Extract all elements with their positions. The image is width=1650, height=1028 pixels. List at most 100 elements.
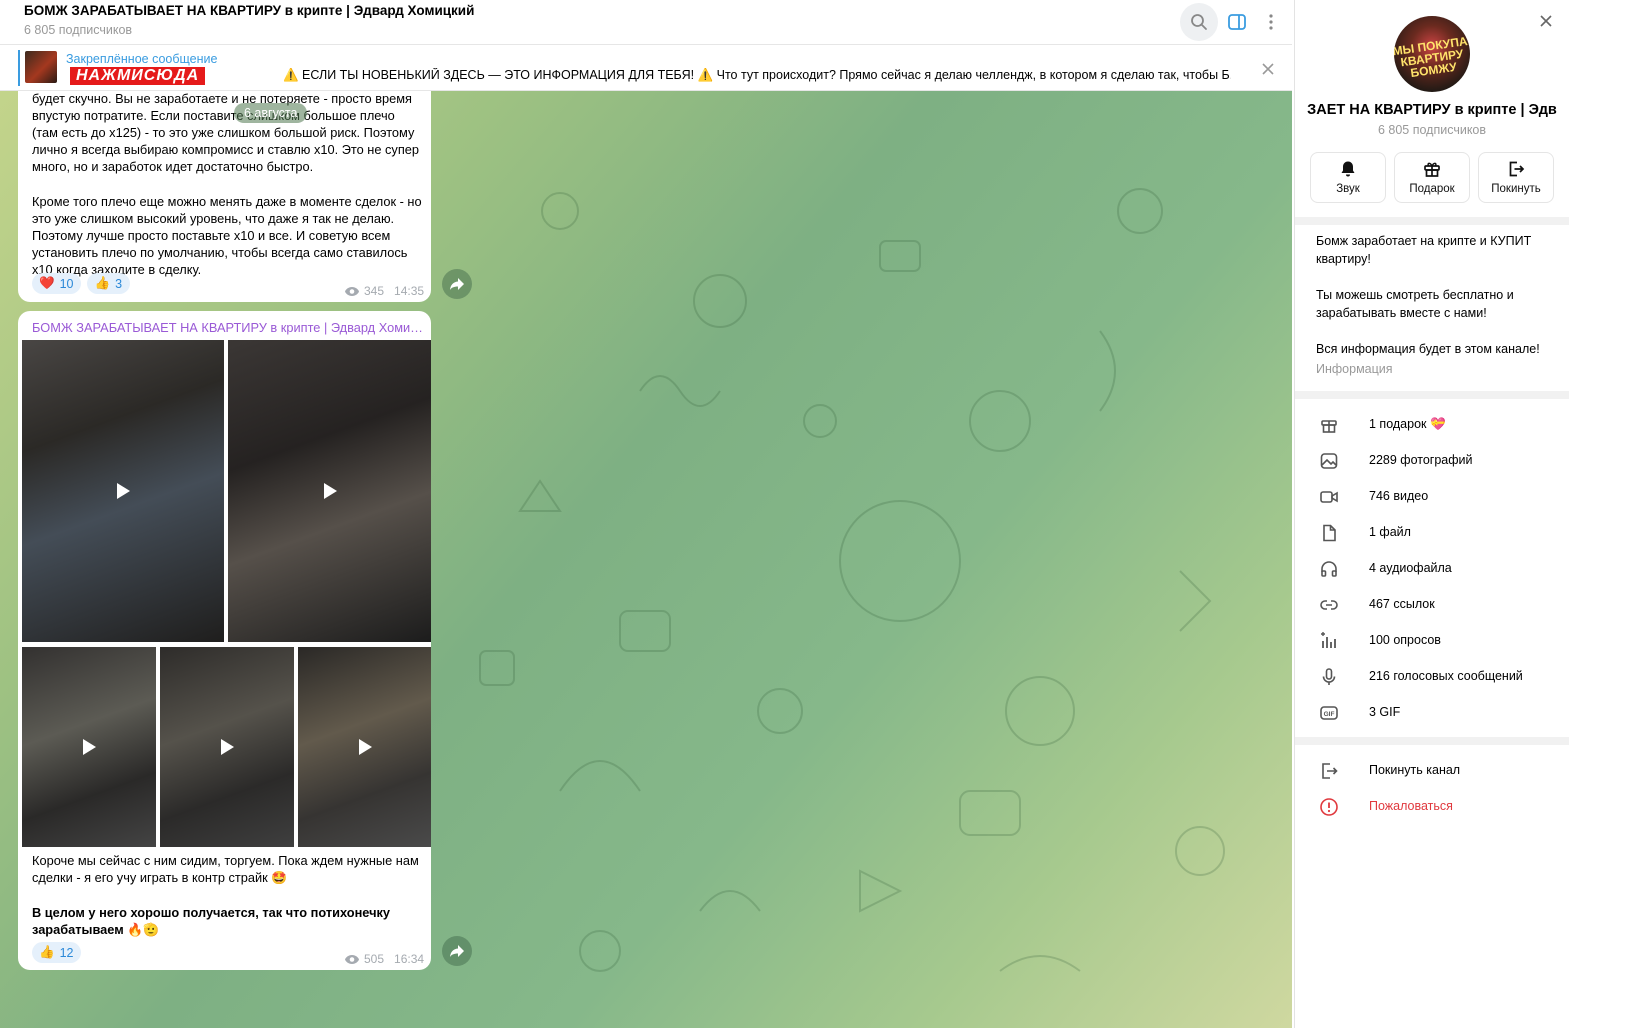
views-count: 345	[364, 284, 385, 298]
video-thumbnail[interactable]	[228, 340, 431, 642]
reaction-emoji: ❤️	[39, 276, 55, 290]
sound-button[interactable]: Звук	[1310, 152, 1386, 203]
stat-polls-label: 100 опросов	[1369, 633, 1441, 647]
headphones-icon	[1319, 559, 1339, 579]
chat-title[interactable]: БОМЖ ЗАРАБАТЫВАЕТ НА КВАРТИРУ в крипте |…	[24, 3, 474, 18]
channel-message[interactable]: БОМЖ ЗАРАБАТЫВАЕТ НА КВАРТИРУ в крипте |…	[18, 311, 431, 970]
stat-gif[interactable]: GIF 3 GIF	[1295, 695, 1569, 731]
reactions: ❤️ 10 👍 3	[32, 273, 131, 294]
avatar-text: МЫ ПОКУПАЕМ КВАРТИРУ БОМЖУ	[1394, 31, 1470, 81]
forward-button[interactable]	[442, 269, 472, 299]
reaction-emoji: 👍	[39, 945, 55, 959]
toggle-info-panel-button[interactable]	[1218, 3, 1256, 41]
stat-voice[interactable]: 216 голосовых сообщений	[1295, 659, 1569, 695]
stat-links[interactable]: 467 ссылок	[1295, 587, 1569, 623]
leave-channel-button[interactable]: Покинуть канал	[1295, 753, 1569, 789]
video-thumbnail[interactable]	[298, 647, 431, 847]
description-label: Информация	[1316, 362, 1393, 376]
channel-info-panel: МЫ ПОКУПАЕМ КВАРТИРУ БОМЖУ ЗАЕТ НА КВАРТ…	[1294, 0, 1569, 1028]
channel-avatar[interactable]: МЫ ПОКУПАЕМ КВАРТИРУ БОМЖУ	[1394, 16, 1470, 92]
reaction-heart[interactable]: ❤️ 10	[32, 273, 82, 294]
separator	[1295, 737, 1569, 745]
channel-description: Бомж заработает на крипте и КУПИТ кварти…	[1316, 234, 1540, 356]
play-icon	[108, 476, 138, 506]
more-button[interactable]	[1252, 3, 1290, 41]
separator	[1295, 391, 1569, 399]
message-text: будет скучно. Вы не заработаете и не пот…	[32, 91, 422, 277]
gift-icon	[1424, 162, 1440, 177]
warning-icon	[1319, 797, 1339, 817]
reaction-count: 12	[59, 945, 74, 960]
leave-button[interactable]: Покинуть	[1478, 152, 1554, 203]
message-author[interactable]: БОМЖ ЗАРАБАТЫВАЕТ НА КВАРТИРУ в крипте |…	[32, 320, 424, 335]
leave-icon	[1509, 161, 1525, 177]
forward-icon	[450, 945, 464, 957]
stat-videos-label: 746 видео	[1369, 489, 1429, 503]
reaction-thumbs-up[interactable]: 👍 12	[32, 942, 82, 963]
message-meta: 345 14:35	[344, 284, 424, 298]
pinned-message-bar[interactable]: Закреплённое сообщение НАЖМИСЮДА ⚠️ ЕСЛИ…	[0, 45, 1292, 91]
report-label: Пожаловаться	[1369, 799, 1453, 813]
reactions: 👍 12	[32, 942, 82, 963]
poll-icon	[1319, 631, 1339, 651]
gift-icon	[1319, 415, 1339, 435]
video-thumbnail[interactable]	[22, 647, 156, 847]
gift-button[interactable]: Подарок	[1394, 152, 1470, 203]
close-pinned-button[interactable]	[1255, 56, 1281, 82]
video-icon	[1319, 487, 1339, 507]
stat-photos[interactable]: 2289 фотографий	[1295, 443, 1569, 479]
pinned-label: Закреплённое сообщение	[66, 52, 218, 66]
video-thumbnail[interactable]	[22, 340, 224, 642]
channel-subscribers: 6 805 подписчиков	[1377, 123, 1487, 137]
chat-header: БОМЖ ЗАРАБАТЫВАЕТ НА КВАРТИРУ в крипте |…	[0, 0, 1292, 45]
gift-label: Подарок	[1409, 183, 1455, 195]
stat-gifts[interactable]: 1 подарок 💝	[1295, 407, 1569, 443]
reaction-thumbs-up[interactable]: 👍 3	[87, 273, 131, 294]
message-bold-text: В целом у него хорошо получается, так чт…	[32, 905, 391, 938]
chat-column: 6 августа будет скучно. Вы не заработает…	[0, 0, 1292, 1028]
gif-icon: GIF	[1319, 703, 1339, 723]
report-button[interactable]: Пожаловаться	[1295, 789, 1569, 825]
close-icon	[1540, 15, 1552, 27]
microphone-icon	[1319, 667, 1339, 687]
stat-videos[interactable]: 746 видео	[1295, 479, 1569, 515]
message-time: 16:34	[394, 952, 425, 966]
stat-files[interactable]: 1 файл	[1295, 515, 1569, 551]
play-icon	[74, 732, 104, 762]
forward-button[interactable]	[442, 936, 472, 966]
gifts-count: 1 подарок	[1369, 417, 1427, 431]
reaction-count: 10	[59, 276, 74, 291]
stat-audio[interactable]: 4 аудиофайла	[1295, 551, 1569, 587]
stat-audio-label: 4 аудиофайла	[1369, 561, 1452, 575]
photo-icon	[1319, 451, 1339, 471]
chat-subscribers: 6 805 подписчиков	[24, 23, 133, 37]
views-icon	[345, 954, 359, 964]
play-icon	[315, 476, 345, 506]
more-vertical-icon	[1269, 14, 1273, 30]
close-icon	[1262, 63, 1274, 75]
stat-photos-label: 2289 фотографий	[1369, 453, 1473, 467]
message-text: Короче мы сейчас с ним сидим, торгуем. П…	[32, 853, 423, 886]
reaction-count: 3	[115, 276, 123, 291]
channel-message[interactable]: будет скучно. Вы не заработаете и не пот…	[18, 60, 431, 302]
stat-polls[interactable]: 100 опросов	[1295, 623, 1569, 659]
date-separator: 6 августа	[234, 103, 308, 123]
pinned-banner: НАЖМИСЮДА	[70, 67, 206, 85]
forward-icon	[450, 278, 464, 290]
search-icon	[1191, 14, 1207, 30]
play-icon	[212, 732, 242, 762]
video-thumbnail[interactable]	[160, 647, 294, 847]
message-time: 14:35	[394, 284, 425, 298]
views-count: 505	[364, 952, 385, 966]
sound-label: Звук	[1336, 183, 1360, 195]
channel-actions: Звук Подарок Покинуть	[1310, 152, 1554, 203]
file-icon	[1319, 523, 1339, 543]
search-button[interactable]	[1180, 3, 1218, 41]
close-info-button[interactable]	[1533, 8, 1559, 34]
svg-text:GIF: GIF	[1324, 711, 1335, 718]
stat-voice-label: 216 голосовых сообщений	[1369, 669, 1523, 683]
stat-gifts-label: 1 подарок 💝	[1369, 417, 1446, 432]
views-icon	[345, 286, 359, 296]
stat-files-label: 1 файл	[1369, 525, 1411, 539]
separator	[1295, 217, 1569, 225]
